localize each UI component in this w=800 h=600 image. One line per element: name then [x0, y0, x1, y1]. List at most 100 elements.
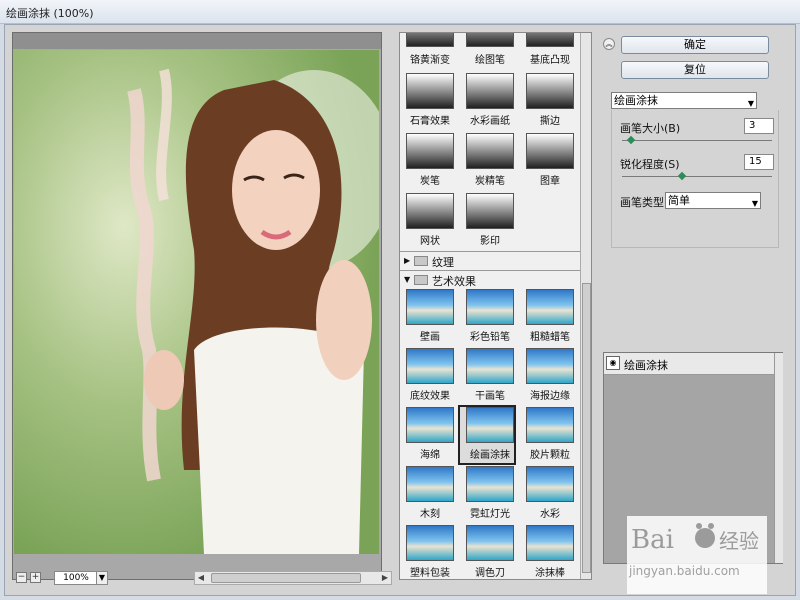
filter-label: 炭精笔	[475, 176, 505, 187]
filter-thumbnail[interactable]	[406, 33, 454, 47]
brush-size-slider-knob[interactable]	[626, 135, 636, 145]
preview-horizontal-scrollbar[interactable]: ◀ ▶	[194, 571, 392, 585]
filter-thumbnail[interactable]	[466, 193, 514, 229]
filter-label: 海绵	[420, 450, 440, 461]
brush-size-label: 画笔大小(B)	[620, 122, 681, 135]
collapse-gallery-icon[interactable]: ︽	[603, 38, 615, 50]
layers-scrollbar[interactable]	[774, 353, 783, 563]
filter-thumbnail[interactable]	[406, 466, 454, 502]
ok-button[interactable]: 确定	[621, 36, 769, 54]
zoom-level-field[interactable]: 100%	[54, 571, 98, 585]
filter-thumbnail[interactable]	[406, 133, 454, 169]
sharpness-slider[interactable]	[622, 176, 772, 177]
watermark: Bai 经验 jingyan.baidu.com	[627, 516, 767, 594]
filter-thumbnail[interactable]	[466, 407, 514, 443]
zoom-out-button[interactable]: −	[16, 572, 27, 583]
filter-thumbnail[interactable]	[526, 133, 574, 169]
filter-label: 炭笔	[420, 176, 440, 187]
eye-icon[interactable]: ◉	[606, 356, 620, 370]
brush-type-select[interactable]: 简单 ▼	[665, 192, 761, 209]
reset-button[interactable]: 复位	[621, 61, 769, 79]
filter-label: 基底凸现	[530, 55, 570, 66]
filter-thumbnail[interactable]	[526, 466, 574, 502]
filter-category[interactable]: ▼ 艺术效果	[400, 270, 580, 288]
baidu-logo: Bai 经验	[631, 523, 759, 555]
filter-thumbnail[interactable]	[526, 525, 574, 561]
scroll-left-icon[interactable]: ◀	[195, 572, 207, 584]
effect-layer-name: 绘画涂抹	[624, 359, 668, 372]
filter-thumbnail[interactable]	[406, 348, 454, 384]
watermark-url: jingyan.baidu.com	[629, 564, 740, 578]
filter-label: 壁画	[420, 332, 440, 343]
zoom-dropdown[interactable]: ▼	[96, 571, 108, 585]
filter-label: 网状	[420, 236, 440, 247]
filter-thumbnail[interactable]	[406, 193, 454, 229]
filter-label: 涂抹棒	[535, 568, 565, 579]
filter-thumbnail[interactable]	[466, 289, 514, 325]
filter-thumbnail[interactable]	[526, 33, 574, 47]
gallery-vertical-scrollbar[interactable]	[580, 33, 591, 579]
category-label: 艺术效果	[432, 275, 476, 288]
scroll-right-icon[interactable]: ▶	[379, 572, 391, 584]
filter-label: 影印	[480, 236, 500, 247]
scroll-thumb[interactable]	[211, 573, 361, 583]
folder-icon	[414, 275, 428, 285]
filter-thumbnail[interactable]	[526, 348, 574, 384]
chevron-down-icon: ▼	[747, 99, 754, 108]
filter-thumbnail[interactable]	[406, 407, 454, 443]
triangle-down-icon: ▼	[404, 275, 411, 284]
window-title: 绘画涂抹 (100%)	[6, 7, 94, 20]
filter-parameters: 画笔大小(B) 3 锐化程度(S) 15 画笔类型(T):	[611, 110, 779, 248]
filter-label: 水彩画纸	[470, 116, 510, 127]
filter-category[interactable]: ▶ 纹理	[400, 251, 580, 269]
filter-label: 霓虹灯光	[470, 509, 510, 520]
filter-select-value: 绘画涂抹	[614, 94, 658, 107]
category-label: 纹理	[432, 256, 454, 269]
filter-label: 调色刀	[475, 568, 505, 579]
filter-select[interactable]: 绘画涂抹 ▼	[611, 92, 757, 109]
filter-label: 底纹效果	[410, 391, 450, 402]
filter-label: 胶片颗粒	[530, 450, 570, 461]
filter-gallery: 铬黄渐变 绘图笔 基底凸现石膏效果 水彩画纸 撕边炭笔 炭精笔 图章网状 影印 ▶ 纹理 ▼ 艺术效果…	[399, 32, 592, 580]
filter-thumbnail[interactable]	[406, 73, 454, 109]
svg-text:Bai: Bai	[631, 525, 674, 555]
filter-thumbnail[interactable]	[466, 73, 514, 109]
preview-image[interactable]	[14, 50, 379, 554]
filter-label: 干画笔	[475, 391, 505, 402]
filter-label: 撕边	[540, 116, 560, 127]
triangle-right-icon: ▶	[404, 256, 411, 265]
svg-text:经验: 经验	[719, 529, 759, 553]
filter-label: 塑料包装	[410, 568, 450, 579]
sharpness-slider-knob[interactable]	[677, 171, 687, 181]
filter-label: 木刻	[420, 509, 440, 520]
filter-thumbnail[interactable]	[466, 33, 514, 47]
zoom-controls: − + 100% ▼ ◀ ▶	[14, 571, 392, 587]
sharpness-field[interactable]: 15	[744, 154, 774, 170]
folder-icon	[414, 256, 428, 266]
filter-thumbnail[interactable]	[406, 525, 454, 561]
filter-label: 图章	[540, 176, 560, 187]
filter-label: 彩色铅笔	[470, 332, 510, 343]
filter-label: 石膏效果	[410, 116, 450, 127]
effect-layer-row[interactable]: ◉ 绘画涂抹	[604, 353, 774, 375]
filter-label: 水彩	[540, 509, 560, 520]
preview-top-strip	[13, 33, 381, 49]
filter-thumbnail[interactable]	[526, 407, 574, 443]
filter-label: 铬黄渐变	[410, 55, 450, 66]
filter-thumbnail[interactable]	[466, 348, 514, 384]
filter-thumbnail[interactable]	[466, 133, 514, 169]
filter-thumbnail[interactable]	[466, 466, 514, 502]
filter-label: 海报边缘	[530, 391, 570, 402]
filter-label: 绘图笔	[475, 55, 505, 66]
filter-thumbnail[interactable]	[526, 289, 574, 325]
settings-panel: ︽ 确定 复位 绘画涂抹 ▼ 画笔大小(B) 3 锐化程度(S) 15 画笔类型…	[603, 32, 787, 350]
filter-thumbnail[interactable]	[526, 73, 574, 109]
filter-thumbnail[interactable]	[466, 525, 514, 561]
brush-size-field[interactable]: 3	[744, 118, 774, 134]
sharpness-label: 锐化程度(S)	[620, 158, 680, 171]
brush-size-slider[interactable]	[622, 140, 772, 141]
brush-type-value: 简单	[668, 194, 690, 207]
scroll-thumb[interactable]	[582, 283, 591, 573]
zoom-in-button[interactable]: +	[30, 572, 41, 583]
filter-thumbnail[interactable]	[406, 289, 454, 325]
